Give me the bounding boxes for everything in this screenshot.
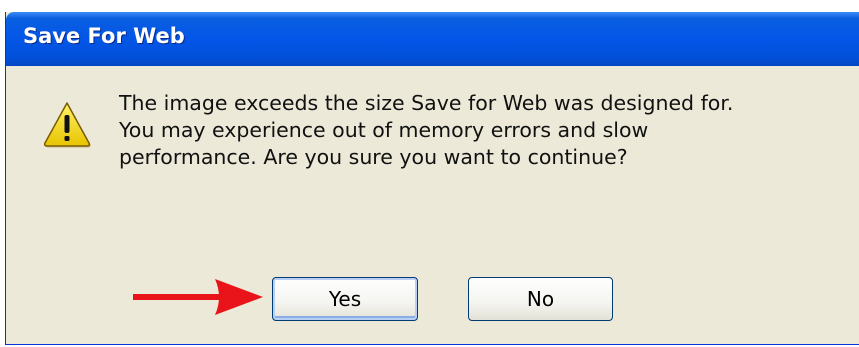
yes-button[interactable]: Yes (272, 277, 418, 321)
message-line: performance. Are you sure you want to co… (119, 145, 628, 169)
dialog-body: The image exceeds the size Save for Web … (6, 66, 859, 344)
dialog-message: The image exceeds the size Save for Web … (119, 90, 839, 171)
yes-button-label: Yes (328, 287, 362, 311)
dialog-titlebar[interactable]: Save For Web (6, 12, 859, 66)
red-arrow-icon (133, 279, 263, 315)
save-for-web-dialog: Save For Web The image exceeds the size … (5, 12, 859, 345)
warning-icon (43, 102, 91, 148)
message-line: The image exceeds the size Save for Web … (119, 91, 734, 115)
no-button[interactable]: No (468, 277, 613, 321)
dialog-title: Save For Web (23, 24, 185, 48)
no-button-label: No (526, 287, 555, 311)
message-line: You may experience out of memory errors … (119, 118, 649, 142)
